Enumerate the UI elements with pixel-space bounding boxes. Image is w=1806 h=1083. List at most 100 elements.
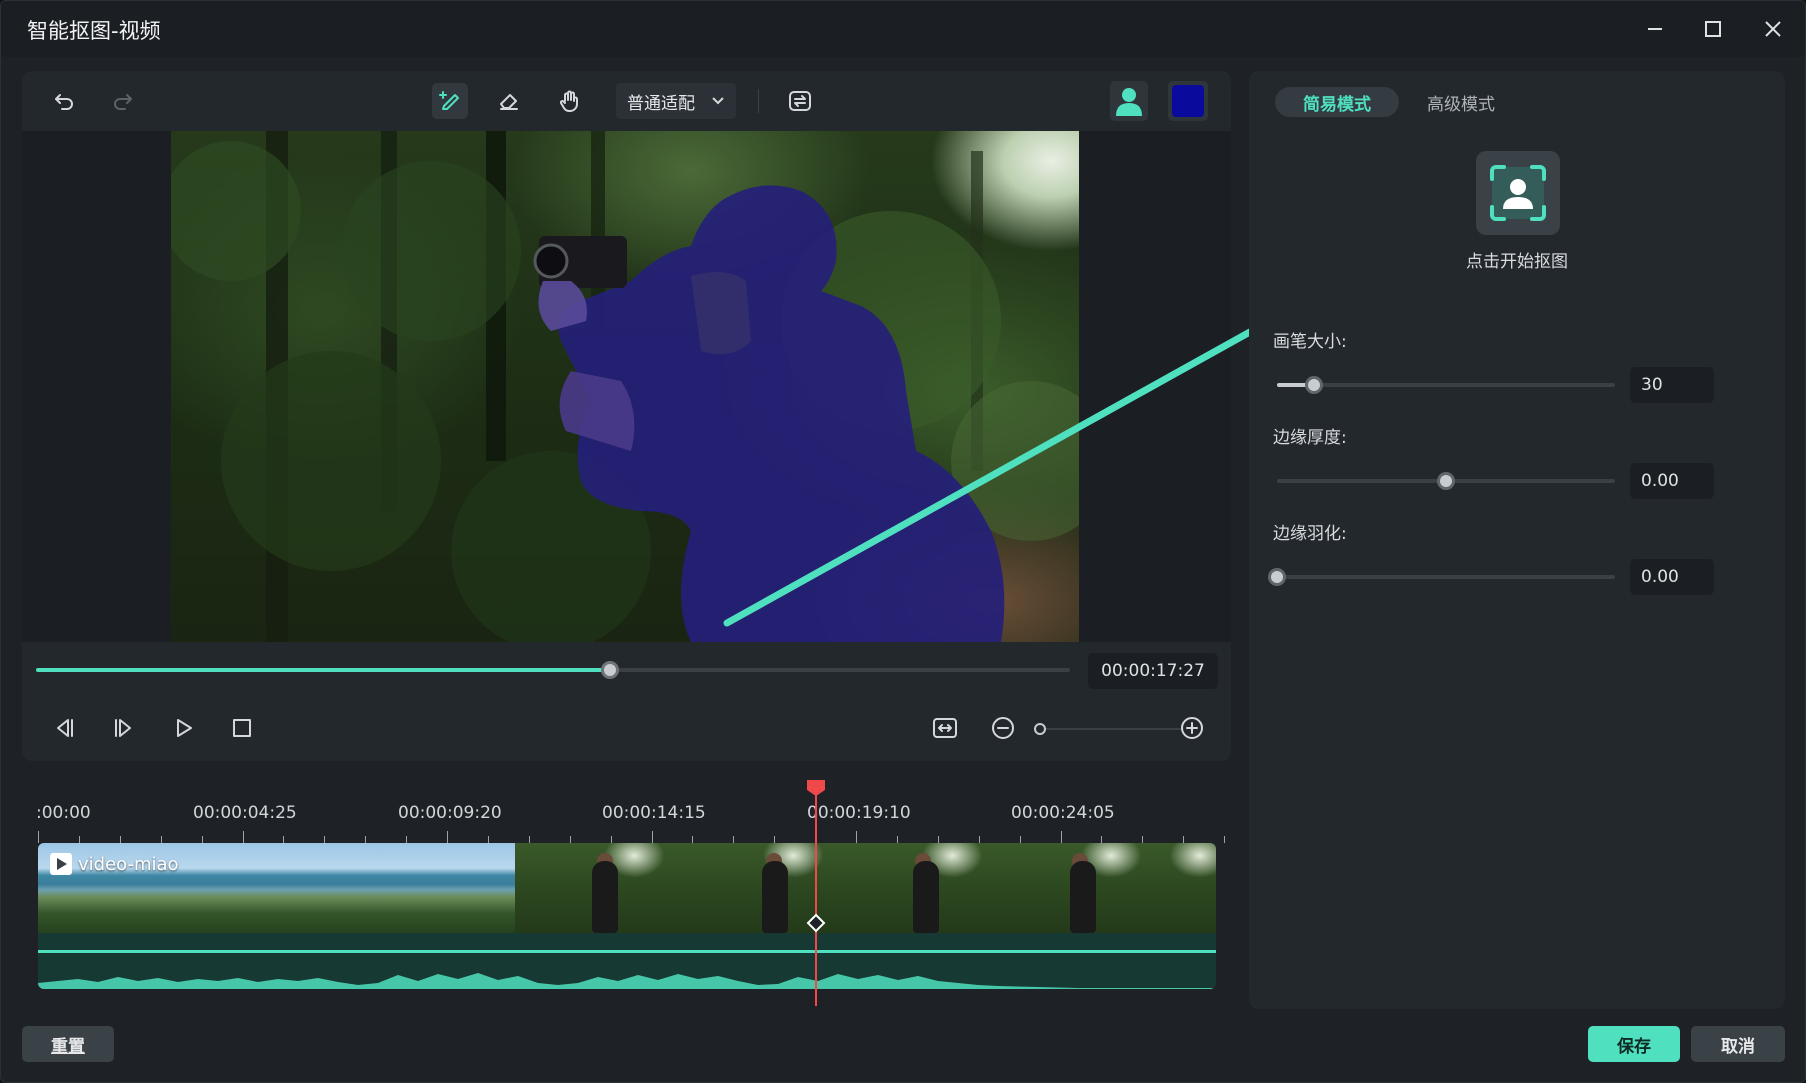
clip-label: video-miao — [50, 853, 179, 875]
progress-slider[interactable] — [36, 661, 1070, 679]
toolbar-divider — [758, 89, 759, 113]
ruler-tick — [283, 836, 285, 843]
clip-thumbnail — [833, 843, 992, 933]
play-button[interactable] — [166, 710, 202, 746]
ruler-tick — [365, 836, 367, 843]
edge-feather-input[interactable] — [1630, 559, 1714, 595]
edge-thickness-input[interactable] — [1630, 463, 1714, 499]
person-icon — [1116, 88, 1142, 116]
settings-panel: 简易模式 高级模式 点击开始抠图 画笔大小: 边缘厚度: 边缘羽化: — [1249, 71, 1785, 1009]
undo-button[interactable] — [46, 83, 82, 119]
ruler-tick — [487, 836, 489, 843]
stop-button[interactable] — [224, 710, 260, 746]
edge-thickness-knob[interactable] — [1437, 472, 1455, 490]
mask-color-button[interactable] — [1168, 81, 1208, 121]
playback-controls: 00:00:17:27 — [22, 642, 1231, 761]
next-frame-icon — [115, 719, 131, 737]
ruler-tick — [406, 836, 408, 843]
start-cutout-button[interactable] — [1476, 151, 1560, 235]
clip-thumbnail — [992, 843, 1151, 933]
ruler-label: 00:00:14:15 — [602, 803, 706, 823]
brush-add-tool[interactable] — [432, 83, 468, 119]
edge-feather-slider[interactable] — [1268, 568, 1615, 586]
ruler-tick — [978, 836, 980, 843]
tab-simple-mode[interactable]: 简易模式 — [1275, 87, 1399, 117]
ruler-tick — [692, 836, 694, 843]
timecode-display: 00:00:17:27 — [1088, 653, 1218, 689]
ruler-tick — [201, 836, 203, 843]
ruler-tick — [774, 836, 776, 843]
title-bar: 智能抠图-视频 — [1, 1, 1805, 57]
prev-frame-button[interactable] — [46, 710, 82, 746]
fit-width-icon — [933, 718, 957, 738]
video-frame[interactable] — [171, 131, 1079, 642]
ruler-tick — [160, 836, 162, 843]
ruler-tick — [1060, 831, 1062, 843]
progress-knob[interactable] — [600, 661, 619, 679]
save-button[interactable]: 保存 — [1588, 1026, 1680, 1062]
mode-tabs: 简易模式 高级模式 — [1275, 87, 1523, 117]
portrait-focus-icon — [1490, 165, 1546, 221]
redo-icon — [114, 94, 132, 110]
tab-advanced-mode[interactable]: 高级模式 — [1399, 87, 1523, 117]
playhead[interactable] — [815, 784, 817, 1006]
minimize-button[interactable] — [1635, 11, 1675, 47]
ruler-tick — [78, 836, 80, 843]
edge-feather-knob[interactable] — [1268, 568, 1286, 586]
edge-feather-label: 边缘羽化: — [1273, 524, 1347, 544]
portrait-mode-button[interactable] — [1110, 81, 1148, 121]
maximize-button[interactable] — [1693, 11, 1733, 47]
brush-size-input[interactable] — [1630, 367, 1714, 403]
mask-color-swatch — [1172, 85, 1204, 117]
cancel-button[interactable]: 取消 — [1691, 1026, 1785, 1062]
ruler-tick — [528, 836, 530, 843]
video-preview[interactable] — [22, 131, 1231, 642]
window-title: 智能抠图-视频 — [27, 19, 161, 43]
ruler-tick — [447, 831, 448, 843]
brush-size-slider[interactable] — [1277, 376, 1615, 394]
video-clip[interactable]: video-miao — [38, 843, 1216, 933]
ruler-tick — [937, 836, 939, 843]
edge-thickness-slider[interactable] — [1277, 472, 1615, 490]
ruler-label: :00:00 — [36, 803, 91, 823]
swap-icon — [789, 91, 811, 111]
hand-tool[interactable] — [552, 83, 588, 119]
zoom-out-button[interactable] — [985, 710, 1021, 746]
zoom-slider[interactable] — [1034, 723, 1182, 735]
preview-illustration — [171, 131, 1079, 642]
ruler-tick — [733, 836, 735, 843]
zoom-knob[interactable] — [1034, 723, 1046, 735]
ruler-tick — [1183, 836, 1185, 843]
video-track[interactable]: video-miao — [38, 843, 1216, 1021]
zoom-in-button[interactable] — [1174, 710, 1210, 746]
chevron-down-icon — [712, 97, 724, 105]
ruler-label: 00:00:04:25 — [193, 803, 297, 823]
keyframe-diamond-icon[interactable] — [806, 913, 826, 933]
brush-plus-icon — [439, 91, 459, 110]
eraser-tool[interactable] — [491, 83, 527, 119]
next-frame-button[interactable] — [106, 710, 142, 746]
fit-mode-select[interactable]: 普通适配 — [616, 83, 736, 119]
timeline[interactable]: :00:00 00:00:04:25 00:00:09:20 00:00:14:… — [22, 776, 1226, 1011]
close-button[interactable] — [1753, 11, 1793, 47]
redo-button[interactable] — [105, 83, 141, 119]
clip-name: video-miao — [78, 853, 179, 875]
editor-toolbar: 普通适配 — [22, 71, 1231, 131]
brush-size-knob[interactable] — [1305, 376, 1324, 394]
thumb-person — [1070, 861, 1096, 933]
ruler-label: 00:00:24:05 — [1011, 803, 1115, 823]
smart-cutout-window: 智能抠图-视频 普通适配 00:00:17:27:00:00 00:00:04… — [0, 0, 1806, 1083]
clip-thumbnail — [197, 843, 356, 933]
minimize-icon — [1648, 28, 1662, 30]
ruler-tick — [610, 836, 612, 843]
clip-thumbnail — [515, 843, 674, 933]
fit-width-button[interactable] — [927, 710, 963, 746]
ruler-tick — [569, 836, 571, 843]
ruler-tick — [38, 831, 39, 843]
edge-thickness-label: 边缘厚度: — [1273, 428, 1347, 448]
ruler-tick — [856, 831, 857, 843]
reset-button[interactable]: 重置 — [22, 1026, 114, 1062]
ruler-tick — [1142, 836, 1144, 843]
swap-button[interactable] — [782, 83, 818, 119]
audio-track[interactable] — [38, 933, 1216, 989]
